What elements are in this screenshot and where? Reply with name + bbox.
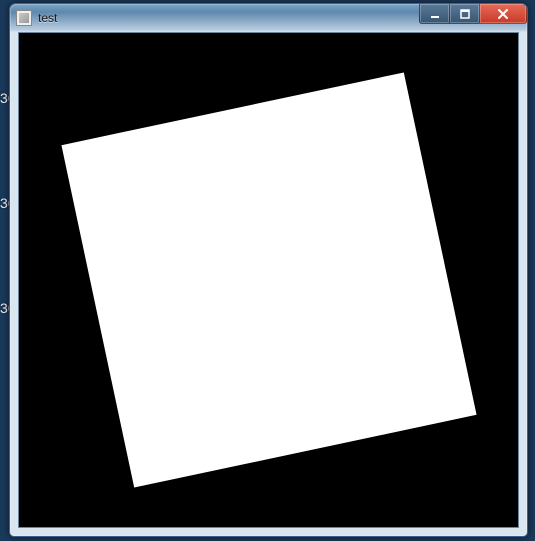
minimize-button[interactable] [419, 4, 449, 24]
maximize-button[interactable] [449, 4, 479, 24]
maximize-icon [460, 9, 470, 19]
window-title: test [38, 11, 57, 25]
close-icon [497, 9, 509, 19]
rotated-square-shape [61, 72, 476, 487]
minimize-icon [430, 9, 440, 19]
caption-buttons [419, 4, 527, 24]
titlebar[interactable]: test [10, 4, 527, 32]
app-window: test [9, 3, 528, 537]
close-button[interactable] [479, 4, 527, 24]
app-icon [16, 10, 32, 26]
image-canvas [18, 32, 519, 528]
